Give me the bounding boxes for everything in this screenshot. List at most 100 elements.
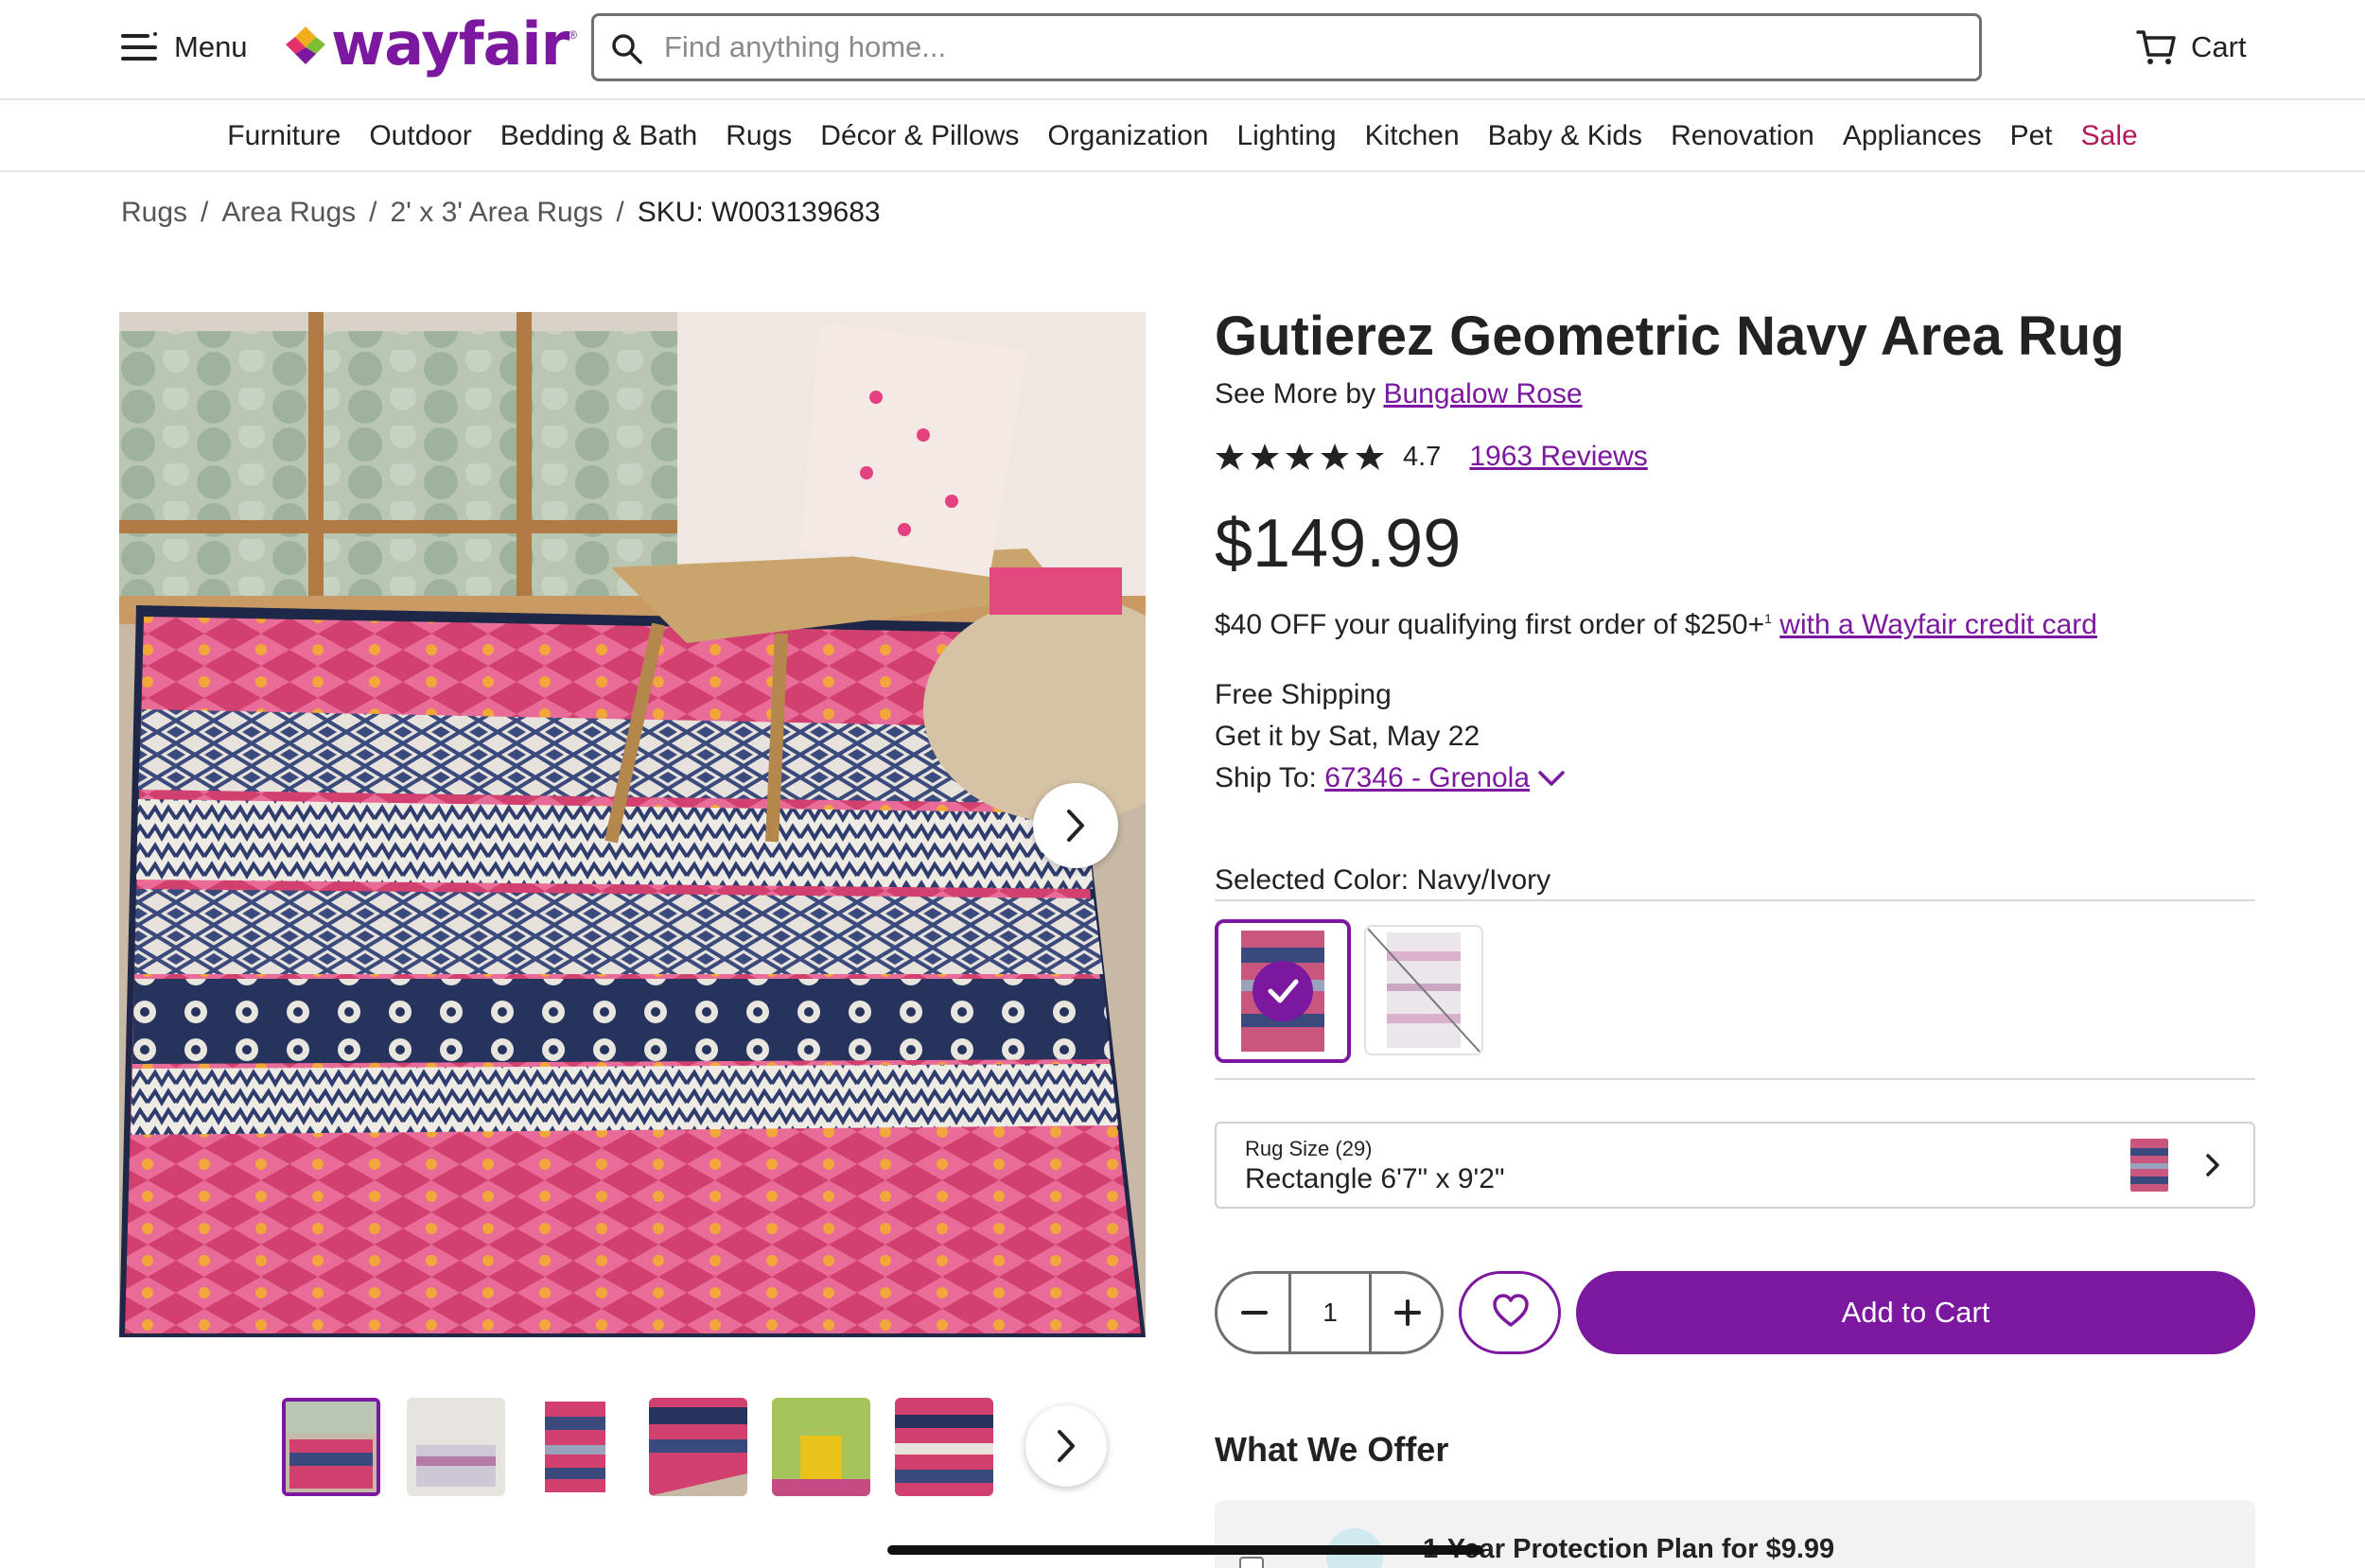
nav-outdoor[interactable]: Outdoor	[369, 120, 471, 152]
product-title: Gutierez Geometric Navy Area Rug	[1215, 305, 2125, 367]
nav-appliances[interactable]: Appliances	[1843, 120, 1982, 152]
thumbnail-1-image	[286, 1402, 377, 1492]
nav-rugs[interactable]: Rugs	[726, 120, 792, 152]
nav-decor-pillows[interactable]: Décor & Pillows	[820, 120, 1019, 152]
swatch-navy-ivory-image	[1218, 923, 1347, 1059]
nav-bedding-bath[interactable]: Bedding & Bath	[500, 120, 698, 152]
thumbnail-4[interactable]	[649, 1398, 747, 1496]
nav-baby-kids[interactable]: Baby & Kids	[1488, 120, 1642, 152]
chevron-down-icon[interactable]	[1537, 769, 1566, 788]
hamburger-menu-icon[interactable]	[121, 32, 157, 62]
see-more-prefix: See More by	[1215, 378, 1376, 409]
nav-pet[interactable]: Pet	[2010, 120, 2053, 152]
plus-icon	[1394, 1299, 1421, 1326]
thumbnail-5-image	[772, 1398, 870, 1496]
decrease-quantity-button[interactable]	[1218, 1274, 1291, 1351]
breadcrumb-separator: /	[616, 197, 624, 228]
favorite-button[interactable]	[1459, 1271, 1561, 1354]
star-icon	[1251, 444, 1279, 470]
increase-quantity-button[interactable]	[1369, 1274, 1441, 1351]
thumbnail-5[interactable]	[772, 1398, 870, 1496]
add-to-cart-button[interactable]: Add to Cart	[1576, 1271, 2255, 1354]
breadcrumb-rugs[interactable]: Rugs	[121, 197, 187, 229]
search-input[interactable]	[664, 20, 1951, 75]
site-header: Menu wayfair ® Cart	[0, 0, 2365, 100]
protection-plan-offer[interactable]: 1-Year Protection Plan for $9.99	[1215, 1500, 2255, 1568]
free-shipping: Free Shipping	[1215, 679, 1392, 710]
brand-link[interactable]: Bungalow Rose	[1383, 378, 1582, 409]
rug-size-thumbnail-image	[2130, 1139, 2168, 1192]
chevron-right-icon	[1067, 810, 1084, 842]
logo-trademark: ®	[569, 28, 578, 42]
nav-kitchen[interactable]: Kitchen	[1365, 120, 1460, 152]
breadcrumb-separator: /	[369, 197, 377, 228]
selected-color-label: Selected Color: Navy/Ivory	[1215, 864, 1551, 896]
quantity-stepper: 1	[1215, 1271, 1444, 1354]
logo-text: wayfair	[331, 9, 569, 78]
rug-size-label: Rug Size (29)	[1245, 1137, 1373, 1160]
thumbnail-1[interactable]	[282, 1398, 380, 1496]
see-more-by: See More by Bungalow Rose	[1215, 378, 1583, 410]
main-product-image[interactable]	[119, 312, 1146, 1337]
cart-label[interactable]: Cart	[2191, 30, 2247, 64]
heart-icon	[1493, 1294, 1529, 1327]
breadcrumb-area-rugs[interactable]: Area Rugs	[221, 197, 356, 229]
ship-to-zip-link[interactable]: 67346 - Grenola	[1324, 762, 1530, 794]
home-indicator	[887, 1545, 1483, 1555]
thumbnail-6[interactable]	[895, 1398, 993, 1496]
next-thumbnails-button[interactable]	[1025, 1405, 1107, 1487]
credit-card-link[interactable]: with a Wayfair credit card	[1779, 609, 2097, 640]
ship-to-label: Ship To:	[1215, 762, 1317, 793]
rug-size-value: Rectangle 6'7" x 9'2"	[1245, 1163, 1505, 1194]
star-icon	[1216, 444, 1244, 470]
star-icon	[1286, 444, 1314, 470]
thumbnail-3[interactable]	[526, 1398, 624, 1496]
menu-label[interactable]: Menu	[174, 30, 248, 64]
delivery-date: Get it by Sat, May 22	[1215, 721, 1480, 752]
breadcrumb: Rugs / Area Rugs / 2' x 3' Area Rugs / S…	[121, 197, 881, 229]
nav-sale[interactable]: Sale	[2081, 120, 2138, 152]
ship-to: Ship To: 67346 - Grenola	[1215, 762, 1566, 794]
product-price: $149.99	[1215, 506, 1462, 582]
quantity-value[interactable]: 1	[1291, 1274, 1369, 1351]
thumbnail-4-image	[649, 1398, 747, 1496]
rug-size-selector[interactable]: Rug Size (29) Rectangle 6'7" x 9'2"	[1215, 1122, 2255, 1209]
star-icon	[1321, 444, 1349, 470]
nav-furniture[interactable]: Furniture	[227, 120, 341, 152]
rating-row: 4.7 1963 Reviews	[1215, 441, 1648, 473]
credit-card-promo: $40 OFF your qualifying first order of $…	[1215, 609, 2097, 641]
minus-icon	[1241, 1311, 1268, 1315]
color-swatch-alternate-unavailable[interactable]	[1364, 925, 1483, 1055]
what-we-offer-heading: What We Offer	[1215, 1430, 1449, 1469]
promo-text: $40 OFF your qualifying first order of $…	[1215, 609, 1765, 640]
wayfair-logo[interactable]: wayfair ®	[286, 11, 577, 78]
thumbnail-6-image	[895, 1398, 993, 1496]
nav-organization[interactable]: Organization	[1047, 120, 1208, 152]
protection-plan-checkbox[interactable]	[1239, 1557, 1264, 1568]
nav-lighting[interactable]: Lighting	[1236, 120, 1336, 152]
cart-icon[interactable]	[2136, 28, 2178, 66]
reviews-link[interactable]: 1963 Reviews	[1469, 441, 1647, 473]
nav-renovation[interactable]: Renovation	[1671, 120, 1814, 152]
star-icon	[1356, 444, 1384, 470]
rating-value: 4.7	[1403, 441, 1442, 472]
rug-size-thumbnail	[2130, 1139, 2168, 1192]
color-swatch-navy-ivory[interactable]	[1215, 919, 1351, 1063]
thumbnail-2[interactable]	[407, 1398, 505, 1496]
search-icon[interactable]	[611, 33, 643, 65]
next-image-button[interactable]	[1033, 783, 1118, 868]
divider	[1215, 899, 2255, 901]
swatch-alternate-image	[1366, 927, 1481, 1054]
search-bar[interactable]	[591, 13, 1982, 81]
divider	[1215, 1078, 2255, 1080]
chevron-right-icon	[2206, 1154, 2219, 1176]
protection-plan-label: 1-Year Protection Plan for $9.99	[1423, 1534, 1835, 1564]
category-nav: Furniture Outdoor Bedding & Bath Rugs Dé…	[0, 102, 2365, 172]
chevron-right-icon	[1058, 1430, 1075, 1462]
promo-footnote: 1	[1764, 611, 1772, 626]
rug-room-photo	[119, 312, 1146, 1337]
breadcrumb-separator: /	[201, 197, 209, 228]
breadcrumb-sku: SKU: W003139683	[637, 197, 881, 228]
thumbnail-3-image	[526, 1398, 624, 1496]
breadcrumb-2x3-area-rugs[interactable]: 2' x 3' Area Rugs	[390, 197, 603, 229]
